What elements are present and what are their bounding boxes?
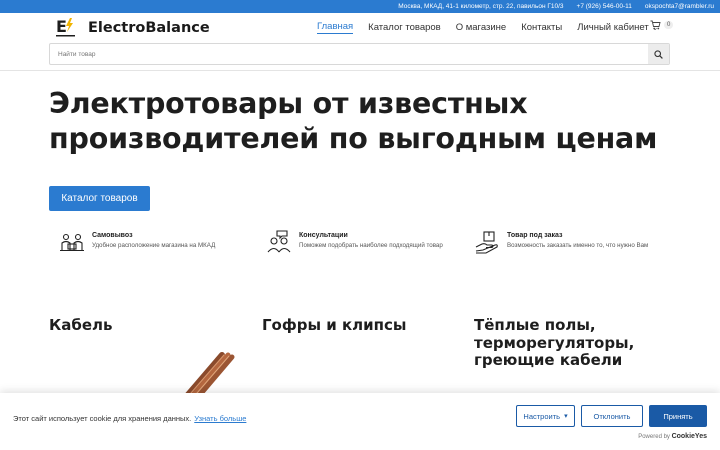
feature-desc: Возможность заказать именно то, что нужн…	[507, 242, 649, 249]
main-nav: Главная Каталог товаров О магазине Конта…	[317, 21, 673, 34]
cookie-accept-button[interactable]: Принять	[649, 405, 707, 427]
hero-title: Электротовары от известных производителе…	[49, 87, 658, 155]
feature-desc: Поможем подобрать наиболее подходящий то…	[299, 242, 443, 249]
search-icon	[654, 49, 663, 59]
cookie-message: Этот сайт использует cookie для хранения…	[13, 414, 246, 423]
cable-image[interactable]	[172, 347, 242, 397]
top-contact-bar: Москва, МКАД, 41-1 километр, стр. 22, па…	[0, 0, 720, 13]
pickup-icon	[60, 233, 84, 252]
logo-icon[interactable]: E	[55, 17, 76, 39]
logo-letter: E	[56, 17, 67, 36]
feature-desc: Удобное расположение магазина на МКАД	[92, 242, 216, 249]
cookie-reject-button[interactable]: Отклонить	[581, 405, 643, 427]
nav-catalog[interactable]: Каталог товаров	[368, 22, 441, 33]
address-text: Москва, МКАД, 41-1 километр, стр. 22, па…	[398, 3, 564, 10]
cookieyes-logo: CookieYes	[671, 433, 707, 440]
cookie-banner: Этот сайт использует cookie для хранения…	[0, 393, 720, 450]
order-icon	[475, 231, 498, 254]
nav-about[interactable]: О магазине	[456, 22, 506, 33]
nav-account[interactable]: Личный кабинет ⌄	[577, 22, 658, 33]
cookie-learn-more-link[interactable]: Узнать больше	[194, 414, 246, 423]
cart-count-badge: 0	[664, 21, 674, 29]
search-button[interactable]	[648, 44, 669, 64]
cookie-settings-label: Настроить	[523, 411, 561, 421]
search-box	[49, 43, 670, 65]
catalog-button[interactable]: Каталог товаров	[49, 186, 150, 211]
feature-consult: Консультации Поможем подобрать наиболее …	[265, 228, 443, 256]
consult-icon	[267, 230, 291, 253]
feature-pickup: Самовывоз Удобное расположение магазина …	[58, 228, 215, 256]
feature-title: Консультации	[299, 232, 348, 239]
cookie-settings-button[interactable]: Настроить ▾	[516, 405, 575, 427]
cookie-text: Этот сайт использует cookie для хранения…	[13, 414, 192, 423]
site-header: E ElectroBalance Главная Каталог товаров…	[0, 13, 720, 71]
powered-by-text: Powered by	[638, 434, 670, 440]
feature-order: Товар под заказ Возможность заказать име…	[473, 228, 648, 256]
powered-by: Powered by CookieYes	[638, 433, 707, 440]
category-corrugated[interactable]: Гофры и клипсы	[262, 316, 452, 335]
caret-down-icon: ▾	[564, 413, 568, 420]
email-link[interactable]: okspochta7@rambler.ru	[645, 3, 714, 10]
phone-link[interactable]: +7 (926) 546-00-11	[577, 3, 632, 10]
nav-account-label: Личный кабинет	[577, 22, 649, 33]
feature-title: Товар под заказ	[507, 232, 563, 239]
cart-icon	[650, 20, 661, 30]
feature-title: Самовывоз	[92, 232, 133, 239]
nav-home[interactable]: Главная	[317, 21, 354, 34]
category-cable[interactable]: Кабель	[49, 316, 229, 335]
search-input[interactable]	[50, 44, 650, 64]
cart-button[interactable]: 0	[650, 20, 674, 30]
nav-contacts[interactable]: Контакты	[521, 22, 562, 33]
brand-name[interactable]: ElectroBalance	[88, 20, 210, 36]
category-floor-heating[interactable]: Тёплые полы, терморегуляторы, греющие ка…	[474, 316, 674, 370]
